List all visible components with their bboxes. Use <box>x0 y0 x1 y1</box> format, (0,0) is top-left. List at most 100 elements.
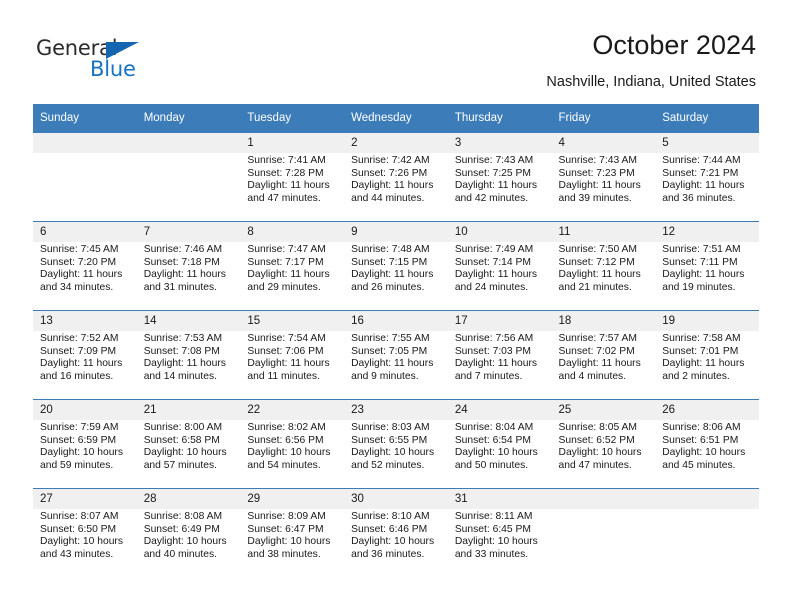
daylight-text-line1: Daylight: 11 hours <box>143 358 226 370</box>
calendar-day-cell[interactable]: 28 Sunrise: 8:08 AM Sunset: 6:49 PM Dayligh… <box>136 488 241 577</box>
calendar-day-cell[interactable]: 29 Sunrise: 8:09 AM Sunset: 6:47 PM Dayligh… <box>240 488 345 577</box>
calendar-day-cell[interactable]: 23 Sunrise: 8:03 AM Sunset: 6:55 PM Dayligh… <box>344 399 448 489</box>
daylight-text-line2: and 47 minutes. <box>247 192 321 204</box>
day-details: Sunrise: 7:48 AM Sunset: 7:15 PM Daylight:… <box>344 242 448 294</box>
daylight-text-line1: Daylight: 11 hours <box>351 358 434 370</box>
daylight-text-line1: Daylight: 11 hours <box>662 358 745 370</box>
daylight-text-line2: and 40 minutes. <box>143 548 217 560</box>
daylight-text-line2: and 42 minutes. <box>454 192 529 204</box>
sunrise-text: Sunrise: 8:04 AM <box>454 422 534 433</box>
weekday-header-friday: Friday <box>551 104 656 133</box>
daylight-text-line2: and 24 minutes. <box>454 281 529 293</box>
sunset-text: Sunset: 6:50 PM <box>40 523 117 535</box>
sunrise-text: Sunrise: 7:50 AM <box>558 244 637 255</box>
weekday-header-sunday: Sunday <box>33 104 137 133</box>
daylight-text-line1: Daylight: 11 hours <box>558 180 641 192</box>
calendar-day-cell[interactable]: 16 Sunrise: 7:55 AM Sunset: 7:05 PM Dayligh… <box>344 310 448 400</box>
calendar-day-cell[interactable]: 10 Sunrise: 7:49 AM Sunset: 7:14 PM Dayligh… <box>447 221 552 311</box>
calendar-week-row: 13 Sunrise: 7:52 AM Sunset: 7:09 PM Dayligh… <box>33 310 759 400</box>
daylight-text-line1: Daylight: 11 hours <box>351 180 434 192</box>
sunset-text: Sunset: 6:47 PM <box>247 523 324 535</box>
calendar-day-cell[interactable]: 19 Sunrise: 7:58 AM Sunset: 7:01 PM Dayligh… <box>655 310 759 400</box>
sunset-text: Sunset: 7:20 PM <box>40 256 117 268</box>
day-details: Sunrise: 8:04 AM Sunset: 6:54 PM Daylight:… <box>448 420 552 472</box>
weekday-header-tuesday: Tuesday <box>240 104 345 133</box>
calendar-day-cell[interactable]: 1 Sunrise: 7:41 AM Sunset: 7:28 PM Daylight… <box>240 132 345 222</box>
sunrise-text: Sunrise: 8:09 AM <box>247 511 326 522</box>
calendar-day-cell[interactable]: 17 Sunrise: 7:56 AM Sunset: 7:03 PM Dayligh… <box>447 310 552 400</box>
calendar-day-cell[interactable]: 13 Sunrise: 7:52 AM Sunset: 7:09 PM Dayligh… <box>33 310 137 400</box>
calendar-day-cell[interactable]: 3 Sunrise: 7:43 AM Sunset: 7:25 PM Daylight… <box>447 132 552 222</box>
daylight-text-line1: Daylight: 11 hours <box>662 269 745 281</box>
daylight-text-line1: Daylight: 10 hours <box>143 447 227 459</box>
sunset-text: Sunset: 7:18 PM <box>143 256 220 268</box>
sunset-text: Sunset: 7:12 PM <box>558 256 635 268</box>
daylight-text-line2: and 39 minutes. <box>558 192 632 204</box>
daylight-text-line1: Daylight: 10 hours <box>662 447 746 459</box>
sunset-text: Sunset: 7:03 PM <box>454 345 531 357</box>
sunrise-text: Sunrise: 7:41 AM <box>247 155 326 166</box>
calendar-day-cell[interactable]: 12 Sunrise: 7:51 AM Sunset: 7:11 PM Dayligh… <box>655 221 759 311</box>
day-details: Sunrise: 7:44 AM Sunset: 7:21 PM Daylight:… <box>655 153 759 205</box>
brand-logo[interactable]: General Blue <box>36 36 166 84</box>
day-details: Sunrise: 8:08 AM Sunset: 6:49 PM Daylight:… <box>137 509 241 561</box>
calendar-day-cell[interactable]: 14 Sunrise: 7:53 AM Sunset: 7:08 PM Dayligh… <box>136 310 241 400</box>
calendar-day-cell[interactable]: 22 Sunrise: 8:02 AM Sunset: 6:56 PM Dayligh… <box>240 399 345 489</box>
day-number: 23 <box>344 400 448 420</box>
day-details: Sunrise: 7:54 AM Sunset: 7:06 PM Daylight:… <box>240 331 344 383</box>
brand-name-blue: Blue <box>90 57 136 81</box>
day-details: Sunrise: 7:42 AM Sunset: 7:26 PM Daylight:… <box>344 153 448 205</box>
weekday-header-wednesday: Wednesday <box>344 104 448 133</box>
calendar-day-cell[interactable]: 20 Sunrise: 7:59 AM Sunset: 6:59 PM Dayligh… <box>33 399 137 489</box>
calendar-day-cell[interactable]: 30 Sunrise: 8:10 AM Sunset: 6:46 PM Dayligh… <box>344 488 448 577</box>
sunset-text: Sunset: 6:59 PM <box>40 434 117 446</box>
sunrise-text: Sunrise: 8:11 AM <box>454 511 533 522</box>
calendar-day-cell[interactable]: 5 Sunrise: 7:44 AM Sunset: 7:21 PM Daylight… <box>655 132 759 222</box>
calendar-page: General Blue October 2024 Nashville, Ind… <box>0 0 792 612</box>
day-number: 16 <box>344 311 448 331</box>
daylight-text-line1: Daylight: 11 hours <box>454 180 538 192</box>
calendar-day-cell[interactable]: 31 Sunrise: 8:11 AM Sunset: 6:45 PM Dayligh… <box>447 488 552 577</box>
calendar-day-cell[interactable]: 26 Sunrise: 8:06 AM Sunset: 6:51 PM Dayligh… <box>655 399 759 489</box>
day-details: Sunrise: 7:55 AM Sunset: 7:05 PM Daylight:… <box>344 331 448 383</box>
day-number: 22 <box>240 400 345 420</box>
sunrise-text: Sunrise: 7:44 AM <box>662 155 741 166</box>
day-number: 30 <box>344 489 448 509</box>
calendar-day-cell-empty <box>136 132 241 222</box>
day-number: 2 <box>344 133 448 153</box>
calendar-day-cell[interactable]: 7 Sunrise: 7:46 AM Sunset: 7:18 PM Daylight… <box>136 221 241 311</box>
day-details: Sunrise: 7:43 AM Sunset: 7:25 PM Daylight:… <box>448 153 552 205</box>
daylight-text-line1: Daylight: 11 hours <box>40 269 123 281</box>
day-number: 26 <box>655 400 759 420</box>
calendar-day-cell[interactable]: 4 Sunrise: 7:43 AM Sunset: 7:23 PM Daylight… <box>551 132 656 222</box>
day-number: 3 <box>447 133 552 153</box>
calendar-day-cell[interactable]: 2 Sunrise: 7:42 AM Sunset: 7:26 PM Daylight… <box>344 132 448 222</box>
calendar-day-cell[interactable]: 9 Sunrise: 7:48 AM Sunset: 7:15 PM Daylight… <box>344 221 448 311</box>
day-number <box>655 489 759 509</box>
day-number: 10 <box>447 222 552 242</box>
sunset-text: Sunset: 7:09 PM <box>40 345 117 357</box>
daylight-text-line2: and 59 minutes. <box>40 459 114 471</box>
sunset-text: Sunset: 6:54 PM <box>454 434 531 446</box>
day-details: Sunrise: 7:56 AM Sunset: 7:03 PM Daylight:… <box>448 331 552 383</box>
sunset-text: Sunset: 7:14 PM <box>454 256 531 268</box>
calendar-day-cell[interactable]: 25 Sunrise: 8:05 AM Sunset: 6:52 PM Dayligh… <box>551 399 656 489</box>
day-number <box>136 133 241 153</box>
daylight-text-line2: and 36 minutes. <box>351 548 425 560</box>
calendar-day-cell[interactable]: 8 Sunrise: 7:47 AM Sunset: 7:17 PM Daylight… <box>240 221 345 311</box>
day-details: Sunrise: 7:57 AM Sunset: 7:02 PM Daylight:… <box>552 331 656 383</box>
day-number: 27 <box>33 489 137 509</box>
day-number: 4 <box>551 133 656 153</box>
sunrise-text: Sunrise: 8:05 AM <box>558 422 637 433</box>
calendar-day-cell[interactable]: 27 Sunrise: 8:07 AM Sunset: 6:50 PM Dayligh… <box>33 488 137 577</box>
day-number: 7 <box>136 222 241 242</box>
calendar-day-cell[interactable]: 6 Sunrise: 7:45 AM Sunset: 7:20 PM Daylight… <box>33 221 137 311</box>
calendar-day-cell[interactable]: 21 Sunrise: 8:00 AM Sunset: 6:58 PM Dayligh… <box>136 399 241 489</box>
daylight-text-line1: Daylight: 10 hours <box>247 447 331 459</box>
daylight-text-line2: and 26 minutes. <box>351 281 425 293</box>
calendar-day-cell[interactable]: 18 Sunrise: 7:57 AM Sunset: 7:02 PM Dayligh… <box>551 310 656 400</box>
calendar-day-cell[interactable]: 24 Sunrise: 8:04 AM Sunset: 6:54 PM Dayligh… <box>447 399 552 489</box>
calendar-day-cell[interactable]: 15 Sunrise: 7:54 AM Sunset: 7:06 PM Dayligh… <box>240 310 345 400</box>
calendar-day-cell[interactable]: 11 Sunrise: 7:50 AM Sunset: 7:12 PM Dayligh… <box>551 221 656 311</box>
daylight-text-line1: Daylight: 10 hours <box>454 447 538 459</box>
